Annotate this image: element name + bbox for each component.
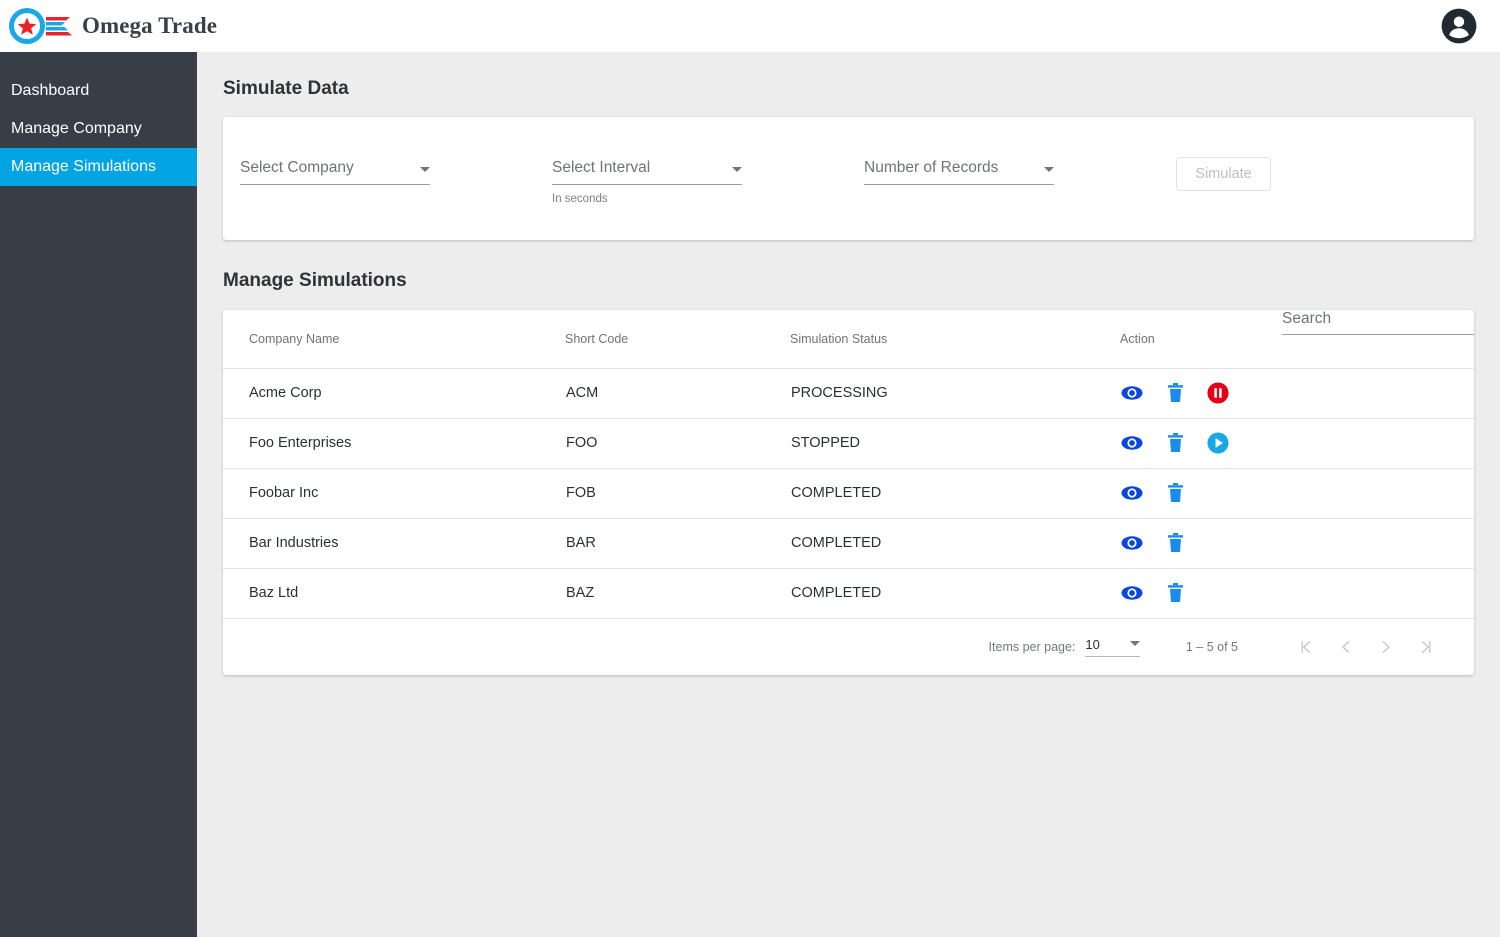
last-page-icon[interactable] [1406,627,1446,667]
first-page-icon[interactable] [1286,627,1326,667]
cell-company-name: Acme Corp [223,368,565,419]
items-per-page-select[interactable]: 10 [1085,636,1140,657]
number-of-records-label: Number of Records [864,159,999,176]
brand: Omega Trade [8,8,217,44]
view-icon[interactable] [1121,482,1143,504]
table-row: Foobar Inc FOB COMPLETED [223,468,1474,519]
cell-short-code: FOO [565,418,790,469]
cell-actions [1120,468,1474,519]
simulations-table: Company Name Short Code Simulation Statu… [223,310,1474,619]
table-paginator: Items per page: 10 1 – 5 of 5 [223,619,1474,675]
table-row: Bar Industries BAR COMPLETED [223,518,1474,569]
cell-simulation-status: STOPPED [790,418,1120,469]
cell-simulation-status: COMPLETED [790,468,1120,519]
cell-short-code: ACM [565,368,790,419]
simulate-button[interactable]: Simulate [1176,157,1271,191]
column-header-company-name: Company Name [223,310,565,369]
cell-short-code: BAR [565,518,790,569]
view-icon[interactable] [1121,582,1143,604]
cell-actions [1120,368,1474,419]
cell-company-name: Bar Industries [223,518,565,569]
table-row: Baz Ltd BAZ COMPLETED [223,568,1474,619]
delete-icon[interactable] [1164,482,1186,504]
brand-name: Omega Trade [82,13,218,38]
account-circle-icon[interactable] [1440,7,1478,45]
select-interval-field[interactable]: Select Interval In seconds [552,159,742,205]
chevron-down-icon [1129,640,1140,646]
sidebar-item-label: Manage Simulations [11,158,156,175]
column-header-short-code: Short Code [565,310,790,369]
delete-icon[interactable] [1164,382,1186,404]
cell-company-name: Foo Enterprises [223,418,565,469]
table-row: Foo Enterprises FOO STOPPED [223,418,1474,469]
cell-short-code: FOB [565,468,790,519]
sidebar-item-manage-simulations[interactable]: Manage Simulations [0,148,197,186]
page-title-simulate-data: Simulate Data [223,78,349,99]
table-body: Acme Corp ACM PROCESSING Foo Enterprises… [223,368,1474,619]
sidebar-item-manage-company[interactable]: Manage Company [0,110,197,148]
select-company-field[interactable]: Select Company [240,159,430,185]
chevron-down-icon [420,167,430,172]
simulate-data-card: Select Company Select Interval In second… [223,117,1474,240]
delete-icon[interactable] [1164,432,1186,454]
view-icon[interactable] [1121,382,1143,404]
sidebar: Dashboard Manage Company Manage Simulati… [0,52,197,937]
delete-icon[interactable] [1164,532,1186,554]
next-page-icon[interactable] [1366,627,1406,667]
cell-simulation-status: PROCESSING [790,368,1120,419]
page-title-manage-simulations: Manage Simulations [223,270,407,291]
search-input-placeholder: Search [1282,310,1332,327]
sidebar-item-label: Manage Company [11,120,142,137]
column-header-simulation-status: Simulation Status [790,310,1120,369]
select-interval-hint: In seconds [552,193,608,205]
cell-company-name: Baz Ltd [223,568,565,619]
items-per-page-label: Items per page: [988,639,1076,654]
pause-icon[interactable] [1207,382,1229,404]
delete-icon[interactable] [1164,582,1186,604]
simulations-table-card: Company Name Short Code Simulation Statu… [223,310,1474,675]
cell-actions [1120,418,1474,469]
view-icon[interactable] [1121,432,1143,454]
cell-company-name: Foobar Inc [223,468,565,519]
items-per-page-value: 10 [1085,636,1100,652]
cell-actions [1120,518,1474,569]
sidebar-item-dashboard[interactable]: Dashboard [0,72,197,110]
top-app-bar: Omega Trade [0,0,1500,52]
pagination-range-label: 1 – 5 of 5 [1185,639,1238,654]
chevron-down-icon [1044,167,1054,172]
main-content: Simulate Data Select Company Select Inte… [197,52,1500,937]
cell-simulation-status: COMPLETED [790,518,1120,569]
play-icon[interactable] [1207,432,1229,454]
search-field[interactable]: Search [1282,310,1474,335]
chevron-down-icon [732,167,742,172]
select-interval-label: Select Interval [552,159,651,176]
number-of-records-field[interactable]: Number of Records [864,159,1054,185]
view-icon[interactable] [1121,532,1143,554]
cell-short-code: BAZ [565,568,790,619]
circle-star-flag-logo [9,8,72,44]
cell-simulation-status: COMPLETED [790,568,1120,619]
select-company-label: Select Company [240,159,354,176]
previous-page-icon[interactable] [1326,627,1366,667]
sidebar-item-label: Dashboard [11,82,90,99]
table-row: Acme Corp ACM PROCESSING [223,368,1474,419]
cell-actions [1120,568,1474,619]
